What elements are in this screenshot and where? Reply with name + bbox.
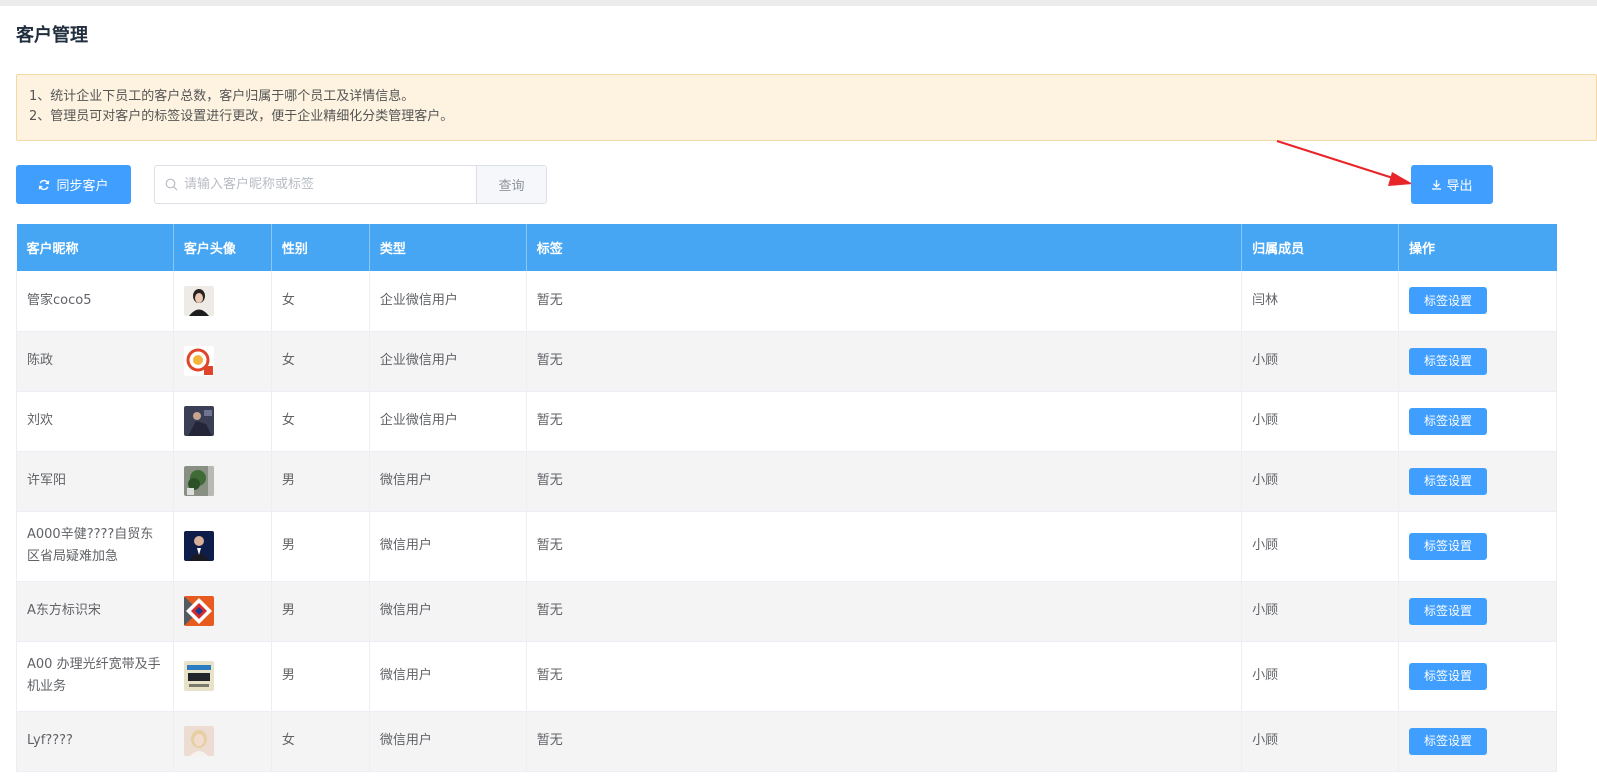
- annotation-arrow-icon: [1276, 139, 1413, 186]
- search-icon: [165, 178, 178, 191]
- column-header-action: 操作: [1398, 224, 1557, 271]
- column-header-avatar: 客户头像: [173, 224, 272, 271]
- column-header-nickname: 客户昵称: [16, 224, 174, 271]
- cell-tag: 暂无: [526, 711, 1243, 772]
- cell-type: 微信用户: [369, 581, 527, 642]
- cell-gender: 女: [271, 271, 370, 332]
- cell-owner: 小顾: [1241, 391, 1400, 452]
- sync-customers-button[interactable]: 同步客户: [16, 165, 131, 204]
- cell-type: 微信用户: [369, 451, 527, 512]
- download-icon: [1432, 180, 1442, 190]
- column-header-type: 类型: [369, 224, 527, 271]
- cell-nickname: A东方标识宋: [16, 581, 174, 642]
- avatar-dark-photo-icon: [183, 406, 214, 436]
- table-row: Lyf???? 女 微信用户 暂无 小顾 标签设置: [16, 711, 1557, 772]
- search-input[interactable]: [184, 177, 476, 192]
- tag-settings-button[interactable]: 标签设置: [1409, 347, 1488, 375]
- tag-settings-button[interactable]: 标签设置: [1409, 532, 1488, 560]
- cell-gender: 男: [271, 451, 370, 512]
- cell-nickname: 陈政: [16, 331, 174, 392]
- page-title: 客户管理: [16, 25, 88, 46]
- cell-tag: 暂无: [526, 581, 1243, 642]
- search-box: 查询: [154, 165, 547, 204]
- column-header-tag: 标签: [526, 224, 1243, 271]
- search-field: [155, 166, 476, 203]
- tag-settings-button[interactable]: 标签设置: [1409, 407, 1488, 435]
- column-header-gender: 性别: [271, 224, 370, 271]
- cell-nickname: 刘欢: [16, 391, 174, 452]
- cell-tag: 暂无: [526, 331, 1243, 392]
- cell-type: 微信用户: [369, 641, 527, 712]
- cell-gender: 男: [271, 641, 370, 712]
- cell-owner: 小顾: [1241, 511, 1400, 582]
- cell-gender: 男: [271, 581, 370, 642]
- export-button[interactable]: 导出: [1411, 165, 1493, 204]
- cell-owner: 闫林: [1241, 271, 1400, 332]
- refresh-icon: [39, 179, 50, 190]
- table-header-row: 客户昵称 客户头像 性别 类型 标签 归属成员 操作: [16, 224, 1557, 271]
- cell-type: 微信用户: [369, 511, 527, 582]
- cell-nickname: 管家coco5: [16, 271, 174, 332]
- cell-tag: 暂无: [526, 271, 1243, 332]
- cell-owner: 小顾: [1241, 331, 1400, 392]
- table-row: 许军阳 男 微信用户 暂无 小顾 标签设置: [16, 451, 1557, 512]
- tag-settings-button[interactable]: 标签设置: [1409, 287, 1488, 315]
- tag-settings-button[interactable]: 标签设置: [1409, 727, 1488, 755]
- cell-gender: 女: [271, 711, 370, 772]
- cell-owner: 小顾: [1241, 641, 1400, 712]
- cell-nickname: 许军阳: [16, 451, 174, 512]
- table-row: 刘欢 女 企业微信用户 暂无 小顾 标签设置: [16, 391, 1557, 452]
- table-row: 管家coco5 女 企业微信用户 暂无 闫林 标签设置: [16, 271, 1557, 332]
- cell-tag: 暂无: [526, 451, 1243, 512]
- cell-type: 企业微信用户: [369, 271, 527, 332]
- tag-settings-button[interactable]: 标签设置: [1409, 662, 1488, 690]
- sync-customers-label: 同步客户: [56, 179, 109, 194]
- notice-box: 1、统计企业下员工的客户总数，客户归属于哪个员工及详情信息。 2、管理员可对客户…: [16, 74, 1597, 141]
- avatar-ad-card-icon: [183, 661, 214, 691]
- cell-type: 企业微信用户: [369, 391, 527, 452]
- avatar-plant-photo-icon: [183, 466, 214, 496]
- cell-gender: 女: [271, 391, 370, 452]
- tag-settings-button[interactable]: 标签设置: [1409, 597, 1488, 625]
- table-row: A00 办理光纤宽带及手机业务 男 微信用户 暂无 小顾 标签设置: [16, 641, 1557, 712]
- cell-gender: 女: [271, 331, 370, 392]
- column-header-owner: 归属成员: [1241, 224, 1400, 271]
- cell-tag: 暂无: [526, 511, 1243, 582]
- avatar-blonde-portrait-icon: [183, 726, 214, 756]
- avatar-man-suit-icon: [183, 531, 214, 561]
- avatar-cartoon-logo-icon: [183, 346, 214, 376]
- top-strip: [0, 0, 1597, 6]
- cell-type: 企业微信用户: [369, 331, 527, 392]
- cell-owner: 小顾: [1241, 711, 1400, 772]
- table-row: A东方标识宋 男 微信用户 暂无 小顾 标签设置: [16, 581, 1557, 642]
- export-label: 导出: [1446, 179, 1473, 194]
- avatar-woman-portrait-icon: [183, 285, 214, 316]
- table-row: A000辛健????自贸东区省局疑难加急 男 微信用户 暂无 小顾 标签设置: [16, 511, 1557, 582]
- tag-settings-button[interactable]: 标签设置: [1409, 467, 1488, 495]
- notice-line-2: 2、管理员可对客户的标签设置进行更改，便于企业精细化分类管理客户。: [29, 109, 454, 124]
- cell-gender: 男: [271, 511, 370, 582]
- cell-tag: 暂无: [526, 641, 1243, 712]
- customer-table: 客户昵称 客户头像 性别 类型 标签 归属成员 操作 管家coco5 女 企业微…: [16, 224, 1557, 772]
- cell-owner: 小顾: [1241, 581, 1400, 642]
- avatar-diamond-logo-icon: [183, 596, 214, 626]
- cell-type: 微信用户: [369, 711, 527, 772]
- query-button[interactable]: 查询: [476, 166, 546, 203]
- table-row: 陈政 女 企业微信用户 暂无 小顾 标签设置: [16, 331, 1557, 392]
- cell-nickname: A000辛健????自贸东区省局疑难加急: [16, 511, 174, 582]
- cell-nickname: Lyf????: [16, 711, 174, 772]
- notice-line-1: 1、统计企业下员工的客户总数，客户归属于哪个员工及详情信息。: [29, 89, 415, 104]
- cell-nickname: A00 办理光纤宽带及手机业务: [16, 641, 174, 712]
- cell-owner: 小顾: [1241, 451, 1400, 512]
- cell-tag: 暂无: [526, 391, 1243, 452]
